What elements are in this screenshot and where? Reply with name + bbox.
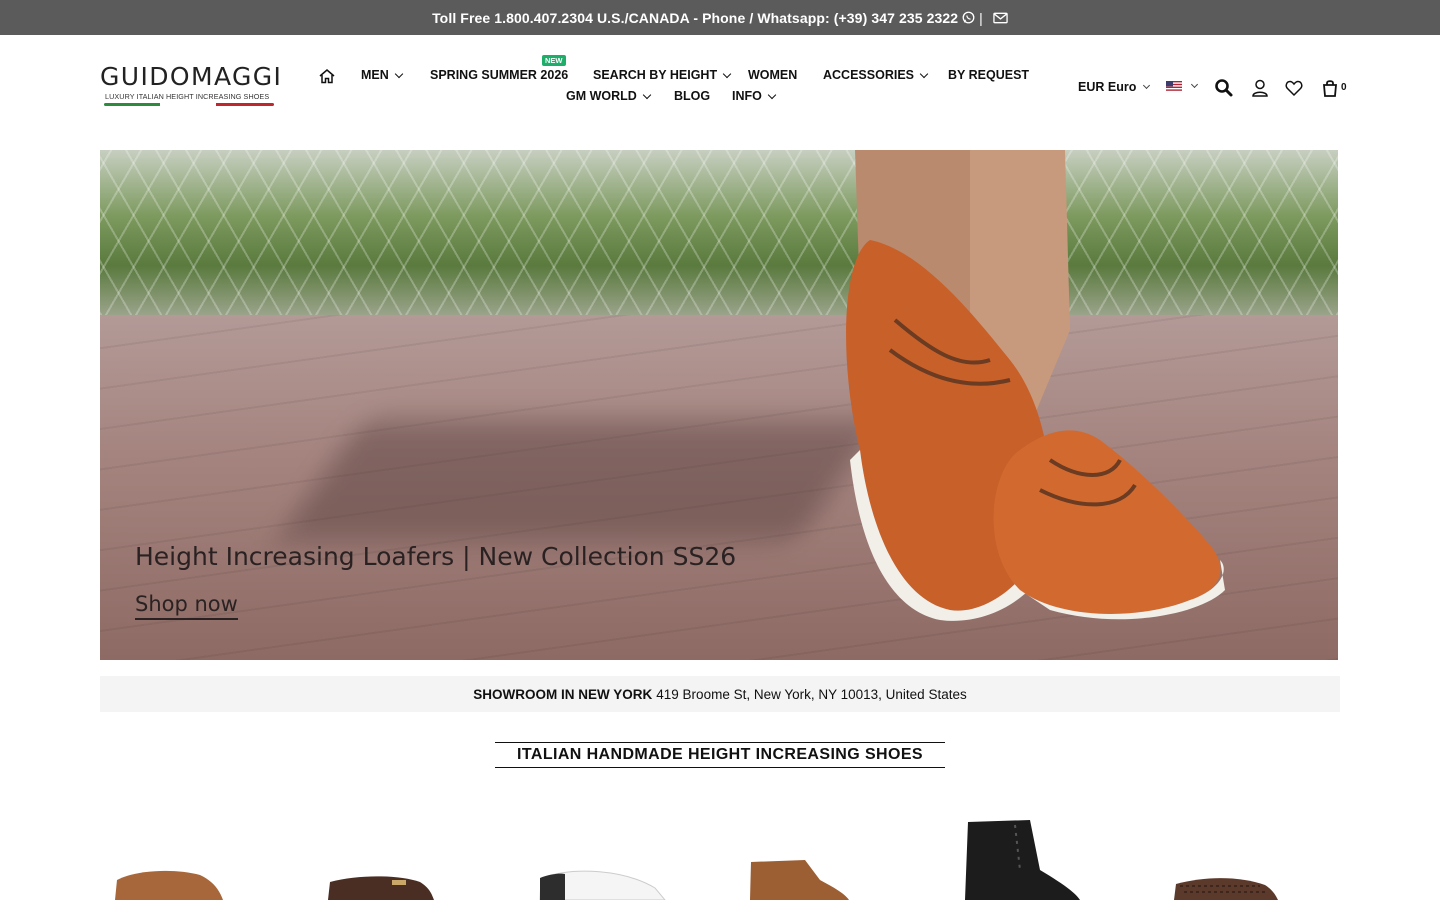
- chevron-down-icon: [394, 69, 404, 78]
- product-shoe-image: [115, 870, 223, 900]
- nav-item-by-request[interactable]: BY REQUEST: [948, 68, 1029, 82]
- showroom-address: 419 Broome St, New York, NY 10013, Unite…: [656, 686, 967, 702]
- showroom-bar: SHOWROOM IN NEW YORK 419 Broome St, New …: [100, 676, 1340, 712]
- product-shoe-image: [1174, 878, 1278, 900]
- whatsapp-icon[interactable]: [962, 11, 975, 24]
- chevron-down-icon: [1143, 81, 1151, 90]
- hero-banner[interactable]: Height Increasing Loafers | New Collecti…: [100, 150, 1338, 660]
- contact-text: Toll Free 1.800.407.2304 U.S./CANADA - P…: [432, 9, 959, 26]
- hero-title: Height Increasing Loafers | New Collecti…: [135, 542, 737, 571]
- showroom-label: SHOWROOM IN NEW YORK: [473, 686, 653, 702]
- product-card[interactable]: [320, 810, 520, 900]
- product-shoe-image: [750, 860, 849, 900]
- chevron-down-icon: [767, 90, 777, 99]
- envelope-icon[interactable]: [993, 12, 1008, 24]
- product-card[interactable]: [745, 810, 945, 900]
- chevron-down-icon: [722, 69, 732, 78]
- currency-selector[interactable]: EUR Euro: [1078, 80, 1151, 94]
- nav-label: GM WORLD: [566, 89, 637, 103]
- product-card[interactable]: [1170, 810, 1370, 900]
- nav-item-men[interactable]: MEN: [361, 68, 404, 82]
- logo-italian-stripe: [104, 103, 274, 106]
- currency-label: EUR Euro: [1078, 80, 1137, 94]
- product-card[interactable]: [535, 810, 735, 900]
- site-header: GUIDOMAGGI LUXURY ITALIAN HEIGHT INCREAS…: [0, 35, 1440, 145]
- nav-label: BY REQUEST: [948, 68, 1030, 82]
- logo-tagline: LUXURY ITALIAN HEIGHT INCREASING SHOES: [105, 92, 270, 101]
- nav-item-info[interactable]: INFO: [732, 89, 777, 103]
- us-flag-icon: [1166, 81, 1182, 91]
- nav-item-search-by-height[interactable]: SEARCH BY HEIGHT: [593, 68, 732, 82]
- nav-item-spring-summer[interactable]: SPRING SUMMER 2026 NEW: [430, 55, 569, 82]
- separator: |: [979, 9, 983, 26]
- logo-brand-name: GUIDOMAGGI: [100, 62, 283, 91]
- product-card[interactable]: [960, 810, 1160, 900]
- product-shoe-image: [965, 820, 1080, 900]
- shop-now-link[interactable]: Shop now: [135, 592, 238, 620]
- brand-logo[interactable]: GUIDOMAGGI LUXURY ITALIAN HEIGHT INCREAS…: [100, 62, 283, 112]
- nav-label: INFO: [732, 89, 762, 103]
- section-title: ITALIAN HANDMADE HEIGHT INCREASING SHOES: [495, 742, 945, 768]
- nav-label: ACCESSORIES: [823, 68, 914, 82]
- search-icon[interactable]: [1214, 78, 1234, 98]
- nav-label: MEN: [361, 68, 389, 82]
- product-shoe-image: [539, 870, 666, 900]
- chevron-down-icon: [919, 69, 929, 78]
- chevron-down-icon: [642, 90, 652, 99]
- nav-item-gm-world[interactable]: GM WORLD: [566, 89, 652, 103]
- language-selector[interactable]: [1166, 80, 1199, 91]
- cart-count[interactable]: 0: [1341, 82, 1347, 93]
- product-shoe-image: [328, 876, 434, 900]
- shopping-bag-icon[interactable]: [1320, 78, 1340, 98]
- account-icon[interactable]: [1250, 78, 1270, 98]
- chevron-down-icon: [1190, 80, 1199, 89]
- nav-label: BLOG: [674, 89, 711, 103]
- nav-item-blog[interactable]: BLOG: [674, 89, 710, 103]
- nav-label: WOMEN: [748, 68, 798, 82]
- nav-label: SPRING SUMMER 2026: [430, 68, 569, 82]
- home-icon[interactable]: [318, 68, 336, 84]
- nav-item-accessories[interactable]: ACCESSORIES: [823, 68, 929, 82]
- nav-label: SEARCH BY HEIGHT: [593, 68, 718, 82]
- new-badge: NEW: [542, 55, 566, 66]
- product-card[interactable]: [105, 810, 305, 900]
- top-contact-bar: Toll Free 1.800.407.2304 U.S./CANADA - P…: [0, 0, 1440, 35]
- wishlist-heart-icon[interactable]: [1284, 78, 1304, 98]
- hero-loafers-image: [846, 150, 1225, 621]
- nav-item-women[interactable]: WOMEN: [748, 68, 797, 82]
